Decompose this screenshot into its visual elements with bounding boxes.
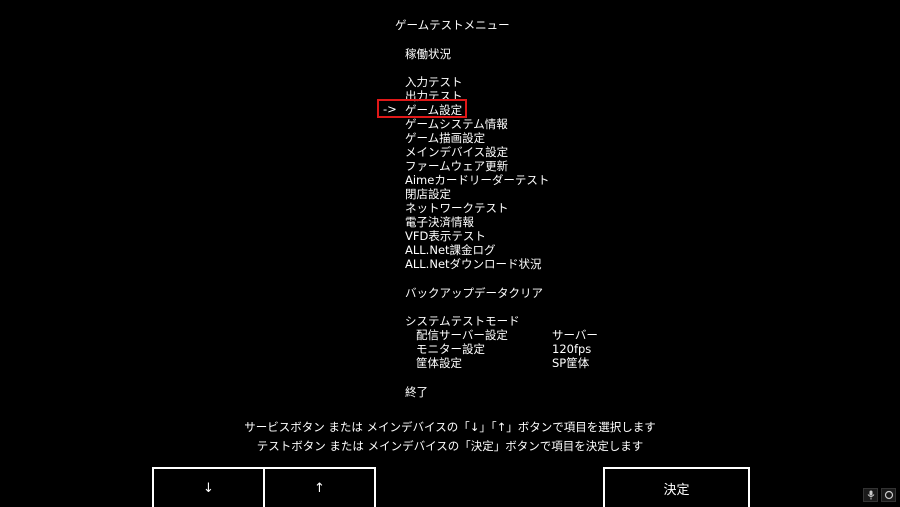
setting-label: 筐体設定 (416, 356, 462, 370)
menu-item-backup-data-clear[interactable]: バックアップデータクリア (405, 286, 543, 300)
help-text-decide: テストボタン または メインデバイスの「決定」ボタンで項目を決定します (256, 439, 644, 453)
menu-item-e-payment-info[interactable]: 電子決済情報 (405, 215, 474, 229)
menu-item-vfd-test[interactable]: VFD表示テスト (405, 229, 486, 243)
menu-item-input-test[interactable]: 入力テスト (405, 75, 463, 89)
circle-icon[interactable] (881, 488, 896, 502)
menu-item-allnet-billing-log[interactable]: ALL.Net課金ログ (405, 243, 496, 257)
selection-highlight (377, 99, 467, 118)
setting-value: サーバー (552, 328, 598, 342)
setting-row-cabinet[interactable]: 筐体設定 SP筐体 (416, 356, 589, 370)
menu-item-network-test[interactable]: ネットワークテスト (405, 201, 509, 215)
menu-item-aime-reader-test[interactable]: Aimeカードリーダーテスト (405, 173, 549, 187)
menu-item-allnet-download-status[interactable]: ALL.Netダウンロード状況 (405, 257, 542, 271)
setting-row-monitor[interactable]: モニター設定 120fps (416, 342, 591, 356)
menu-item-operation-status[interactable]: 稼働状況 (405, 47, 451, 61)
up-button[interactable]: ↑ (263, 467, 376, 507)
microphone-icon[interactable] (863, 488, 878, 502)
setting-row-distribution-server[interactable]: 配信サーバー設定 サーバー (416, 328, 598, 342)
setting-label: モニター設定 (416, 342, 485, 356)
system-tray (863, 488, 896, 502)
menu-item-game-render-settings[interactable]: ゲーム描画設定 (405, 131, 485, 145)
menu-item-system-test-mode[interactable]: システムテストモード (405, 314, 520, 328)
menu-item-exit[interactable]: 終了 (405, 385, 428, 399)
menu-item-closing-settings[interactable]: 閉店設定 (405, 187, 451, 201)
setting-value: SP筐体 (552, 356, 590, 370)
page-title: ゲームテストメニュー (395, 18, 510, 32)
menu-item-game-system-info[interactable]: ゲームシステム情報 (405, 117, 508, 131)
help-text-select: サービスボタン または メインデバイスの「↓」「↑」ボタンで項目を選択します (244, 420, 656, 434)
setting-label: 配信サーバー設定 (416, 328, 508, 342)
decide-button[interactable]: 決定 (603, 467, 750, 507)
menu-item-main-device-settings[interactable]: メインデバイス設定 (405, 145, 508, 159)
menu-item-firmware-update[interactable]: ファームウェア更新 (405, 159, 508, 173)
setting-value: 120fps (552, 342, 592, 356)
down-button[interactable]: ↓ (152, 467, 265, 507)
